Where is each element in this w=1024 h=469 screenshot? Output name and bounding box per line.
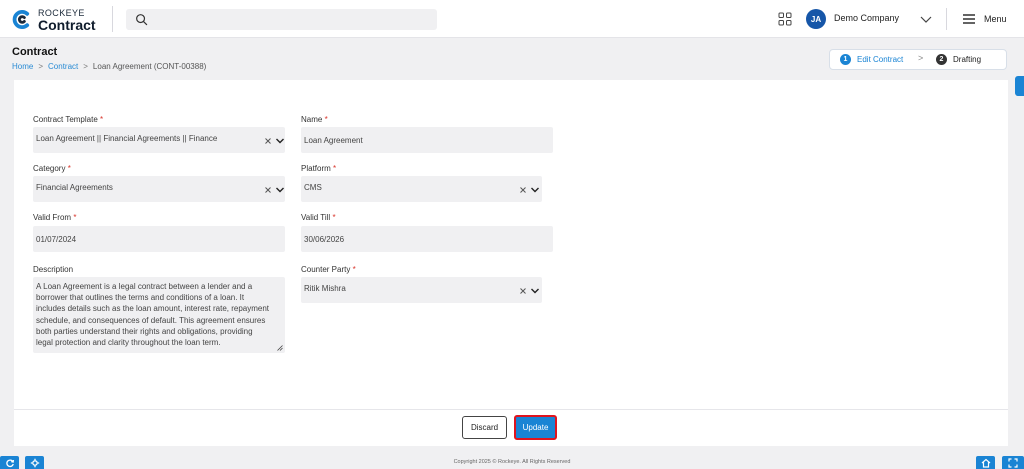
breadcrumb-separator: > — [38, 62, 44, 71]
platform-select[interactable]: CMS — [301, 176, 542, 202]
top-header: ROCKEYE Contract JA Demo Company Menu — [0, 0, 1024, 38]
valid-till-label: Valid Till * — [301, 213, 336, 222]
description-line: legal protection and clarity throughout … — [36, 338, 221, 348]
progress-stepper: 1 Edit Contract > 2 Drafting — [829, 49, 1007, 70]
description-line: A Loan Agreement is a legal contract bet… — [36, 282, 253, 291]
description-line: both parties understand their rights and… — [36, 326, 253, 336]
valid-till-date-input[interactable]: 30/06/2026 — [301, 226, 553, 252]
header-divider — [112, 6, 113, 32]
app-logo[interactable]: ROCKEYE Contract — [12, 7, 112, 33]
counter-party-value: Ritik Mishra — [304, 284, 346, 293]
side-panel-tab[interactable] — [1015, 76, 1024, 96]
clear-icon[interactable] — [519, 287, 527, 295]
counter-party-label: Counter Party * — [301, 265, 356, 274]
chevron-down-icon[interactable] — [275, 137, 285, 145]
search-input[interactable] — [126, 9, 437, 30]
menu-button[interactable]: Menu — [962, 11, 1007, 27]
category-label: Category * — [33, 164, 71, 173]
resize-handle-icon[interactable] — [277, 345, 283, 351]
chevron-down-icon[interactable] — [530, 186, 540, 194]
clear-icon[interactable] — [519, 186, 527, 194]
breadcrumb: Home > Contract > Loan Agreement (CONT-0… — [12, 62, 206, 71]
page-title: Contract — [12, 46, 58, 58]
logo-text-bottom: Contract — [38, 17, 96, 33]
category-value: Financial Agreements — [36, 183, 113, 192]
update-button[interactable]: Update — [514, 415, 557, 440]
step-edit-contract[interactable]: 1 Edit Contract — [840, 54, 903, 65]
step-number: 1 — [840, 54, 851, 65]
description-line: schedule, and consequences of default. T… — [36, 315, 266, 325]
discard-button[interactable]: Discard — [462, 416, 507, 439]
header-divider — [946, 8, 947, 30]
step-label: Edit Contract — [857, 55, 904, 64]
platform-label: Platform * — [301, 164, 337, 173]
step-number: 2 — [936, 54, 947, 65]
breadcrumb-separator: > — [83, 62, 88, 71]
breadcrumb-current: Loan Agreement (CONT-00388) — [92, 62, 207, 71]
clear-icon[interactable] — [264, 186, 272, 194]
breadcrumb-home[interactable]: Home — [12, 62, 33, 71]
name-input[interactable]: Loan Agreement — [301, 127, 553, 153]
rockeye-logo-mark — [12, 10, 30, 29]
name-label: Name * — [301, 115, 328, 124]
chevron-down-icon[interactable] — [530, 287, 540, 295]
user-avatar[interactable]: JA — [806, 9, 826, 29]
valid-from-label: Valid From * — [33, 213, 77, 222]
home-icon — [981, 458, 990, 468]
apps-grid-icon[interactable] — [778, 12, 792, 26]
valid-from-value: 01/07/2024 — [36, 235, 77, 244]
copyright-text: Copyright 2025 © Rockeye. All Rights Res… — [453, 459, 571, 465]
contract-template-label: Contract Template * — [33, 115, 104, 124]
hamburger-menu-icon — [963, 14, 975, 24]
chevron-down-icon[interactable] — [919, 13, 933, 25]
form-actions-bar: Discard Update — [14, 409, 1008, 446]
search-icon — [136, 14, 148, 26]
description-label: Description — [33, 265, 74, 274]
step-label: Drafting — [953, 55, 982, 64]
fullscreen-button[interactable] — [1002, 456, 1024, 469]
description-textarea[interactable]: A Loan Agreement is a legal contract bet… — [33, 277, 285, 353]
company-name[interactable]: Demo Company — [834, 13, 899, 23]
home-button[interactable] — [976, 456, 995, 469]
menu-label: Menu — [984, 14, 1007, 24]
chevron-down-icon[interactable] — [275, 186, 285, 194]
fullscreen-icon — [1008, 457, 1018, 468]
platform-value: CMS — [304, 183, 322, 192]
description-line: includes details such as the loan amount… — [36, 304, 270, 314]
counter-party-select[interactable]: Ritik Mishra — [301, 277, 542, 303]
step-drafting[interactable]: 2 Drafting — [936, 54, 981, 65]
category-select[interactable]: Financial Agreements — [33, 176, 285, 202]
name-value: Loan Agreement — [304, 136, 363, 145]
contract-template-value: Loan Agreement || Financial Agreements |… — [36, 134, 218, 143]
valid-till-value: 30/06/2026 — [304, 235, 345, 244]
description-line: borrower that outlines the terms and con… — [36, 293, 245, 303]
contract-form-card: Contract Template * Loan Agreement || Fi… — [14, 80, 1008, 409]
clear-icon[interactable] — [264, 137, 272, 145]
step-separator: > — [918, 53, 924, 63]
valid-from-date-input[interactable]: 01/07/2024 — [33, 226, 285, 252]
contract-template-select[interactable]: Loan Agreement || Financial Agreements |… — [33, 127, 285, 153]
breadcrumb-contract[interactable]: Contract — [48, 62, 78, 71]
